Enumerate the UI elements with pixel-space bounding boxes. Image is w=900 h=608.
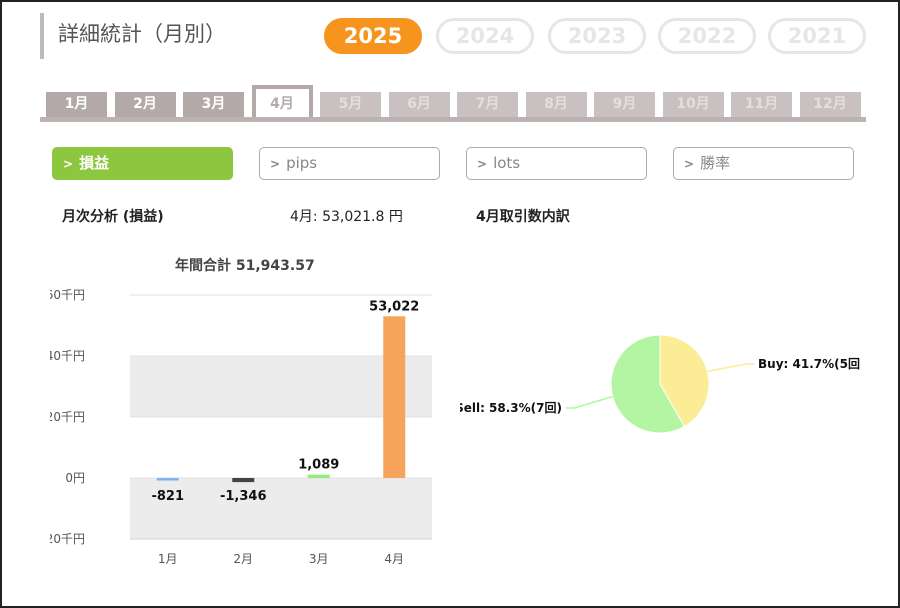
- trade-breakdown-pie-chart: Buy: 41.7%(5回 Sell: 58.3%(7回): [460, 334, 860, 434]
- tab-underline: [40, 117, 866, 122]
- data-label: 1,089: [298, 458, 339, 473]
- tab-month-3[interactable]: 3月: [183, 92, 244, 117]
- metric-label: 損益: [79, 154, 110, 172]
- tab-month-11[interactable]: 11月: [731, 92, 792, 117]
- year-button-2023[interactable]: 2023: [548, 18, 646, 54]
- data-label: 53,022: [369, 299, 419, 314]
- annual-total-label: 年間合計 51,943.57: [175, 258, 315, 274]
- x-tick-label: 2月: [233, 552, 253, 566]
- tab-month-10[interactable]: 10月: [662, 92, 724, 117]
- chevron-right-icon: >: [684, 157, 695, 171]
- tab-month-8[interactable]: 8月: [525, 92, 587, 117]
- section-label: 月次分析 (損益): [62, 209, 164, 225]
- pie-label: Buy: 41.7%(5回: [758, 357, 860, 371]
- tab-month-1[interactable]: 1月: [46, 92, 107, 117]
- bar-3: [307, 474, 330, 478]
- year-button-2021[interactable]: 2021: [768, 18, 866, 54]
- chevron-right-icon: >: [63, 157, 74, 171]
- metric-button-profit[interactable]: > 損益: [52, 147, 233, 180]
- bar-2: [232, 478, 255, 483]
- pie-label: Sell: 58.3%(7回): [460, 401, 562, 415]
- metric-button-pips[interactable]: > pips: [259, 147, 440, 180]
- page-header: 詳細統計（月別）: [40, 13, 226, 59]
- metric-label: 勝率: [700, 154, 731, 172]
- y-tick-label: -20千円: [50, 532, 85, 546]
- year-button-2024[interactable]: 2024: [436, 18, 534, 54]
- pie-connector: [566, 395, 613, 409]
- x-tick-label: 3月: [309, 552, 329, 566]
- metric-label: pips: [286, 154, 318, 172]
- month-profit-value: 4月: 53,021.8 円: [290, 209, 403, 225]
- x-tick-label: 1月: [158, 552, 178, 566]
- plot-band: [130, 478, 432, 539]
- page-title: 詳細統計（月別）: [58, 22, 226, 46]
- tab-month-2[interactable]: 2月: [114, 92, 176, 117]
- chevron-right-icon: >: [270, 157, 281, 171]
- metric-label: lots: [493, 154, 521, 172]
- tab-month-5[interactable]: 5月: [320, 92, 381, 117]
- metric-button-lots[interactable]: > lots: [466, 147, 647, 180]
- y-tick-label: 0円: [65, 471, 85, 485]
- bar-1: [156, 478, 179, 481]
- x-tick-label: 4月: [384, 552, 404, 566]
- data-label: -1,346: [220, 489, 267, 504]
- tab-month-9[interactable]: 9月: [594, 92, 655, 117]
- metric-button-winrate[interactable]: > 勝率: [673, 147, 854, 180]
- tab-month-6[interactable]: 6月: [388, 92, 450, 117]
- pie-connector: [707, 363, 754, 373]
- trade-breakdown-label: 4月取引数内訳: [476, 209, 570, 225]
- bar-4: [383, 316, 406, 478]
- chevron-right-icon: >: [477, 157, 488, 171]
- year-button-2022[interactable]: 2022: [658, 18, 756, 54]
- y-tick-label: 20千円: [50, 410, 85, 424]
- year-button-2025[interactable]: 2025: [324, 18, 422, 54]
- tab-month-12[interactable]: 12月: [799, 92, 861, 117]
- tab-month-7[interactable]: 7月: [457, 92, 518, 117]
- y-tick-label: 60千円: [50, 288, 85, 302]
- data-label: -821: [151, 489, 184, 504]
- y-tick-label: 40千円: [50, 349, 85, 363]
- monthly-profit-bar-chart: -20千円 0円 20千円 40千円 60千円 -821 1月 -1,346 2月 1,089 3月…: [50, 288, 432, 566]
